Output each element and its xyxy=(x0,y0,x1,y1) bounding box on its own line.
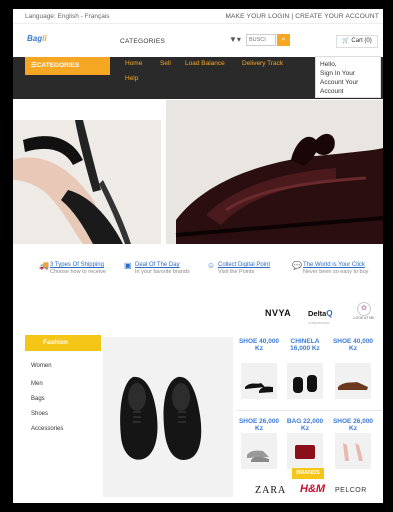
product-title[interactable]: BAG 22,000 Kz xyxy=(283,418,327,432)
brand-nvya[interactable]: NVYA xyxy=(265,308,291,318)
feature-digital-point[interactable]: ☺ Collect Digital Point Visit the Points xyxy=(207,261,288,275)
brands-label[interactable]: BRANDS xyxy=(292,468,324,479)
smiley-icon: ☺ xyxy=(207,261,216,270)
search-button[interactable]: ⌕ xyxy=(277,34,290,46)
brand-look-at-me[interactable]: ✿ LOOK AT ME xyxy=(347,302,381,320)
nav-help[interactable]: Help xyxy=(125,75,138,82)
product-image-shoe-2[interactable] xyxy=(335,363,371,399)
delta-q-icon: Q xyxy=(326,309,333,318)
product-image-heel[interactable] xyxy=(335,433,371,469)
categories-menu-label: CATEGORIES xyxy=(36,62,80,69)
nav-home[interactable]: Home xyxy=(125,60,142,67)
nav-load-balance[interactable]: Load Balance xyxy=(185,60,225,67)
feature-subtitle: Choose how to receive xyxy=(50,269,106,275)
loafer-illustration xyxy=(175,133,383,244)
product-title[interactable]: SHOE 26,000 Kz xyxy=(331,418,375,432)
page: Language: English - Français MAKE YOUR L… xyxy=(13,9,383,503)
side-menu-shoes[interactable]: Shoes xyxy=(31,411,48,417)
dropdown-line: Account Your xyxy=(320,79,359,86)
search-input[interactable] xyxy=(246,34,276,46)
feature-click[interactable]: 💬 The World is Your Click Never been so … xyxy=(292,261,375,275)
hero-banner-loafer[interactable] xyxy=(166,100,383,244)
brand-delta[interactable]: DeltaQ CORPORATE xyxy=(308,303,333,325)
featured-product-image[interactable] xyxy=(103,337,233,497)
site-logo[interactable]: Bagli xyxy=(27,34,47,43)
dropdown-line: Account xyxy=(320,88,344,95)
filter-dropdown-icon[interactable]: ▼▾ xyxy=(229,35,241,44)
feature-subtitle: In your favorite brands xyxy=(135,269,190,275)
look-logo-icon: ✿ xyxy=(357,302,371,316)
logo-accent: li xyxy=(42,34,47,43)
account-links[interactable]: MAKE YOUR LOGIN | CREATE YOUR ACCOUNT xyxy=(225,13,379,20)
cart-button[interactable]: 🛒 Cart (0) xyxy=(336,35,378,48)
shoe-thumb xyxy=(338,382,368,390)
header: Bagli CATEGORIES ▼▾ ⌕ 🛒 Cart (0) xyxy=(13,25,383,57)
categories-link[interactable]: CATEGORIES xyxy=(120,38,165,45)
feature-title: 3 Types Of Shipping xyxy=(50,262,104,268)
screen-frame: Language: English - Français MAKE YOUR L… xyxy=(0,0,393,512)
brand-zara[interactable]: ZARA xyxy=(255,485,286,496)
logo-main: Bag xyxy=(27,34,43,43)
side-menu-bags[interactable]: Bags xyxy=(31,396,45,402)
account-dropdown[interactable]: Hello, Sign In Your Account Your Account xyxy=(315,56,381,98)
slide-thumb xyxy=(293,375,317,393)
sandal-illustration xyxy=(13,120,131,244)
dropdown-line: Sign In Your xyxy=(320,70,356,77)
sneaker-thumb xyxy=(247,450,269,462)
feature-subtitle: Visit the Points xyxy=(218,269,255,275)
brand-pelcor[interactable]: PELCOR xyxy=(335,487,367,494)
cart-label: Cart (0) xyxy=(351,38,372,44)
truck-icon: 🚚 xyxy=(39,261,49,270)
brand-look-label: LOOK AT ME xyxy=(353,316,375,320)
categories-menu-button[interactable]: ☰CATEGORIES xyxy=(25,57,110,75)
shoe-thumb xyxy=(245,383,273,393)
product-title[interactable]: SHOE 40,000 Kz xyxy=(237,338,281,352)
side-menu-accessories[interactable]: Accessories xyxy=(31,426,63,432)
feature-title: Deal Of The Day xyxy=(135,262,180,268)
product-title[interactable]: SHOE 40,000 Kz xyxy=(331,338,375,352)
chat-icon: 💬 xyxy=(292,261,302,270)
nav-delivery-track[interactable]: Delivery Track xyxy=(242,60,283,67)
side-menu-men[interactable]: Men xyxy=(31,381,43,387)
product-image-shoe-1[interactable] xyxy=(241,363,277,399)
search-icon: ⌕ xyxy=(281,36,286,43)
fashion-category-header[interactable]: Fashion xyxy=(25,335,101,351)
feature-title: The World is Your Click xyxy=(303,262,365,268)
tag-icon: ▣ xyxy=(124,261,132,270)
grid-divider xyxy=(237,410,383,411)
product-image-slide[interactable] xyxy=(287,363,323,399)
nav-sell[interactable]: Sell xyxy=(160,60,171,67)
brand-hm[interactable]: H&M xyxy=(300,483,325,495)
cart-icon: 🛒 xyxy=(342,38,350,44)
brand-delta-name: Delta xyxy=(308,309,327,318)
product-title[interactable]: CHINELA 16,000 Kz xyxy=(283,338,327,352)
top-bar: Language: English - Français MAKE YOUR L… xyxy=(13,9,383,24)
side-menu-women[interactable]: Women xyxy=(31,363,52,369)
feature-shipping[interactable]: 🚚 3 Types Of Shipping Choose how to rece… xyxy=(39,261,120,275)
heel-thumb xyxy=(343,443,363,461)
feature-title: Collect Digital Point xyxy=(218,262,271,268)
dropdown-line: Hello, xyxy=(320,61,337,68)
feature-deal-of-day[interactable]: ▣ Deal Of The Day In your favorite brand… xyxy=(124,261,205,275)
product-image-bag[interactable] xyxy=(287,433,323,469)
brand-delta-sub: CORPORATE xyxy=(308,321,330,325)
oxford-shoes-illustration xyxy=(120,376,202,460)
product-title[interactable]: SHOE 26,000 Kz xyxy=(237,418,281,432)
language-selector[interactable]: Language: English - Français xyxy=(25,13,110,20)
bag-thumb xyxy=(295,445,315,459)
hero-banner-sandal[interactable] xyxy=(13,120,161,244)
feature-subtitle: Never been so easy to buy xyxy=(303,269,369,275)
product-image-sneaker[interactable] xyxy=(241,433,277,469)
